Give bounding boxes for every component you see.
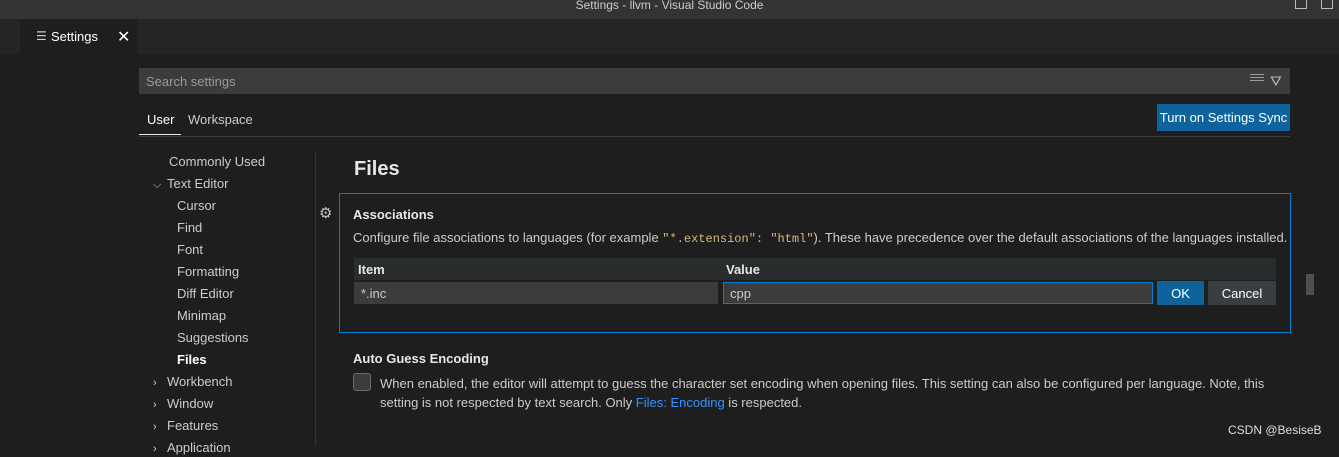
toc-label: Text Editor: [167, 176, 229, 191]
toc-divider: [315, 151, 316, 446]
associations-description: Configure file associations to languages…: [353, 230, 1287, 246]
toc-label: Cursor: [177, 198, 217, 213]
toc-item-window[interactable]: › Window: [153, 396, 213, 413]
tab-settings[interactable]: ☰ Settings ✕: [20, 19, 137, 54]
desc-text: ). These have precedence over the defaul…: [813, 230, 1288, 245]
search-input[interactable]: [139, 68, 1239, 94]
files-encoding-link[interactable]: Files: Encoding: [636, 395, 725, 410]
chevron-down-icon: ⌵: [153, 179, 162, 191]
toc-label: Workbench: [167, 374, 233, 389]
chevron-right-icon: ›: [153, 399, 157, 411]
toc-item-diff-editor[interactable]: Diff Editor: [177, 286, 234, 302]
toc-label: Files: [177, 352, 207, 367]
toc-label: Window: [167, 396, 214, 411]
search-box: ⛛: [139, 68, 1290, 94]
toc-item-application[interactable]: › Application: [153, 440, 231, 457]
scrollbar-thumb[interactable]: [1306, 274, 1314, 295]
value-input[interactable]: [723, 282, 1153, 304]
desc-text: When enabled, the editor will attempt to…: [380, 376, 1265, 410]
auto-guess-encoding-checkbox[interactable]: [353, 373, 371, 391]
toc-label: Diff Editor: [177, 286, 234, 301]
desc-text: is respected.: [724, 395, 803, 410]
ok-button[interactable]: OK: [1157, 281, 1204, 305]
active-tab-underline: [139, 134, 181, 135]
scope-divider: [139, 136, 1290, 137]
cancel-button[interactable]: Cancel: [1208, 281, 1276, 305]
desc-code: "*.extension": "html": [662, 232, 814, 246]
title-bar: Settings - llvm - Visual Studio Code: [0, 0, 1339, 19]
watermark: CSDN @BesiseB: [1228, 423, 1322, 437]
clear-filter-icon[interactable]: [1250, 74, 1264, 86]
toggle-sidebar-icon[interactable]: [1295, 0, 1307, 9]
settings-sync-button[interactable]: Turn on Settings Sync: [1157, 104, 1290, 131]
column-header-item: Item: [358, 262, 385, 277]
tab-bar: [0, 19, 1339, 54]
desc-text: Configure file associations to languages…: [353, 230, 663, 245]
toc-item-font[interactable]: Font: [177, 242, 203, 258]
column-header-value: Value: [726, 262, 760, 277]
auto-guess-encoding-description: When enabled, the editor will attempt to…: [380, 374, 1270, 412]
associations-title: Associations: [353, 207, 434, 222]
toc-label: Features: [167, 418, 219, 433]
chevron-right-icon: ›: [153, 377, 157, 389]
toc-label: Find: [177, 220, 203, 235]
toc-item-features[interactable]: › Features: [153, 418, 218, 435]
toc-label: Application: [167, 440, 231, 455]
settings-lines-icon: ☰: [36, 29, 47, 43]
window-title: Settings - llvm - Visual Studio Code: [575, 0, 764, 12]
toc-item-find[interactable]: Find: [177, 220, 202, 236]
toc-label: Formatting: [177, 264, 240, 279]
filter-icon[interactable]: ⛛: [1270, 73, 1282, 90]
toc-item-text-editor[interactable]: ⌵ Text Editor: [153, 176, 228, 193]
toc-item-workbench[interactable]: › Workbench: [153, 374, 233, 391]
item-input[interactable]: [354, 282, 718, 304]
toc-item-minimap[interactable]: Minimap: [177, 308, 226, 324]
toc-label: Suggestions: [177, 330, 249, 345]
toc-label: Font: [177, 242, 204, 257]
close-icon[interactable]: ✕: [117, 27, 130, 47]
associations-table-header: Item Value: [354, 258, 1276, 280]
toc-label: Commonly Used: [169, 154, 266, 169]
toc-item-formatting[interactable]: Formatting: [177, 264, 239, 280]
chevron-right-icon: ›: [153, 421, 157, 433]
chevron-right-icon: ›: [153, 443, 157, 455]
tab-workspace[interactable]: Workspace: [188, 112, 253, 127]
toc-item-commonly-used[interactable]: Commonly Used: [169, 154, 265, 170]
section-title: Files: [354, 158, 400, 180]
toc-item-suggestions[interactable]: Suggestions: [177, 330, 249, 346]
toc-item-files[interactable]: Files: [177, 352, 207, 368]
tab-user[interactable]: User: [147, 112, 174, 127]
gear-icon[interactable]: ⚙: [319, 204, 332, 222]
toc-label: Minimap: [177, 308, 227, 323]
toc-item-cursor[interactable]: Cursor: [177, 198, 216, 214]
tab-label: Settings: [51, 29, 98, 44]
auto-guess-encoding-title: Auto Guess Encoding: [353, 351, 489, 366]
toggle-panel-icon[interactable]: [1321, 0, 1333, 9]
